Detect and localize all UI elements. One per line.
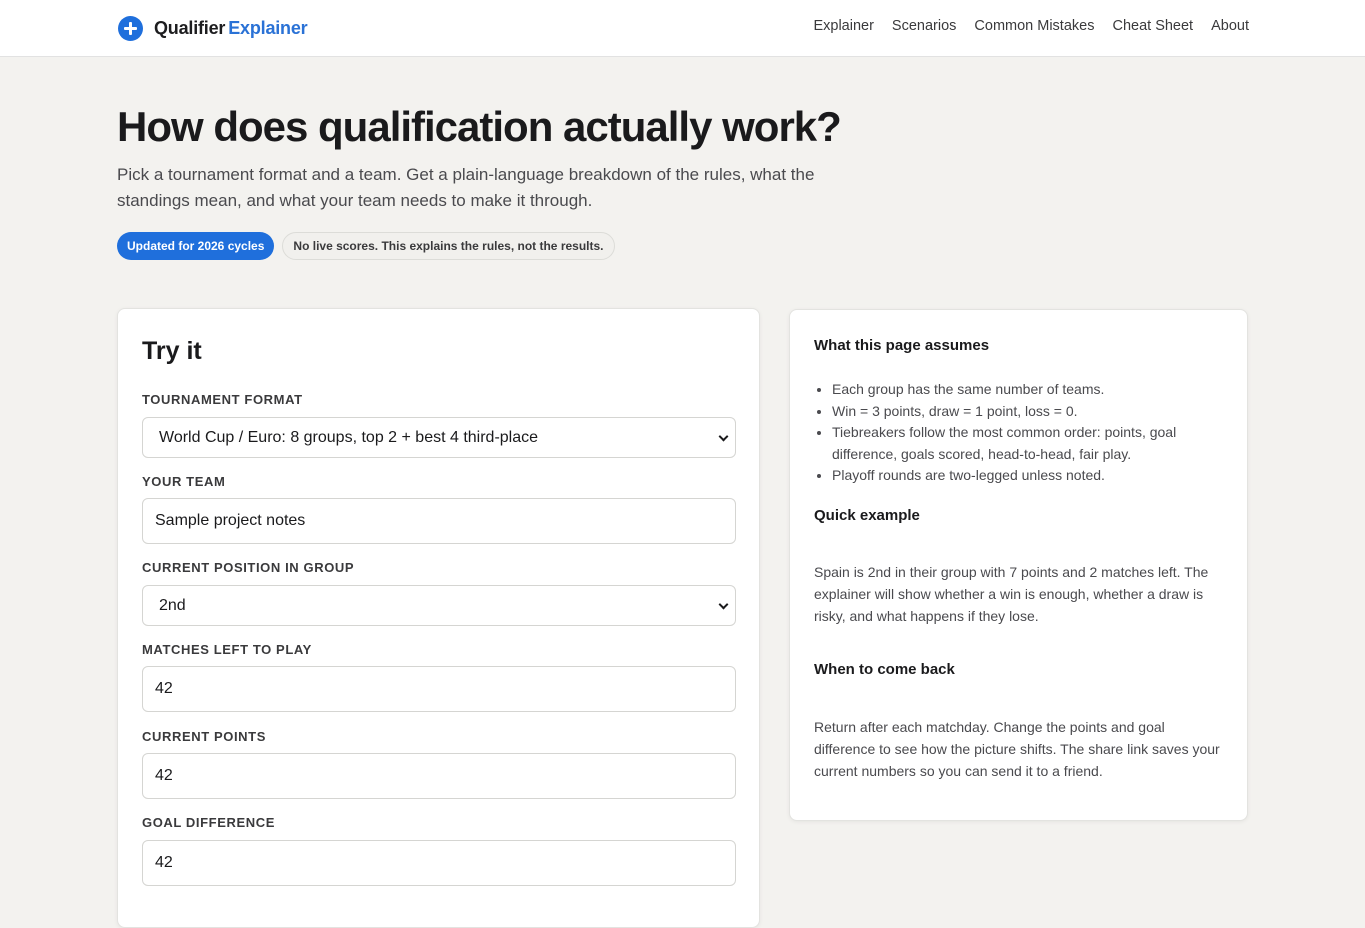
updated-badge: Updated for 2026 cycles <box>117 232 275 260</box>
position-select[interactable]: 2nd <box>142 585 736 626</box>
assumptions-card: What this page assumes Each group has th… <box>789 309 1248 821</box>
form-title: Try it <box>142 337 202 365</box>
your-team-label: YOUR TEAM <box>142 474 226 489</box>
list-item: Tiebreakers follow the most common order… <box>832 422 1227 465</box>
chevron-down-icon <box>718 431 729 442</box>
current-points-value: 42 <box>155 767 173 784</box>
tournament-format-select[interactable]: World Cup / Euro: 8 groups, top 2 + best… <box>142 417 736 458</box>
tournament-format-label: TOURNAMENT FORMAT <box>142 392 303 407</box>
example-text: Spain is 2nd in their group with 7 point… <box>814 564 1209 624</box>
list-item: Each group has the same number of teams. <box>832 379 1227 401</box>
current-points-label: CURRENT POINTS <box>142 729 266 744</box>
try-it-card: Try it TOURNAMENT FORMAT World Cup / Eur… <box>117 308 760 928</box>
nav-link-common-mistakes[interactable]: Common Mistakes <box>974 18 1094 34</box>
nav-link-scenarios[interactable]: Scenarios <box>892 18 956 34</box>
assumptions-list: Each group has the same number of teams.… <box>832 379 1227 487</box>
top-navigation-bar: Qualifier Explainer Explainer Scenarios … <box>0 0 1365 57</box>
goal-difference-value: 42 <box>155 854 173 871</box>
main-nav: Explainer Scenarios Common Mistakes Chea… <box>813 18 1249 34</box>
assumptions-title: What this page assumes <box>814 337 990 354</box>
disclaimer-badge: No live scores. This explains the rules,… <box>282 232 615 260</box>
plus-circle-icon <box>118 15 143 41</box>
matches-left-value: 42 <box>155 680 173 697</box>
list-item: Win = 3 points, draw = 1 point, loss = 0… <box>832 401 1227 423</box>
goal-difference-input[interactable]: 42 <box>142 840 736 886</box>
badge-row: Updated for 2026 cycles No live scores. … <box>117 232 615 260</box>
brand-name-secondary: Explainer <box>228 17 308 38</box>
brand-logo-link[interactable]: Qualifier Explainer <box>118 15 308 41</box>
matches-left-input[interactable]: 42 <box>142 666 736 712</box>
current-points-input[interactable]: 42 <box>142 753 736 799</box>
list-item: Playoff rounds are two-legged unless not… <box>832 465 1227 487</box>
position-value: 2nd <box>159 597 186 614</box>
your-team-input[interactable]: Sample project notes <box>142 498 736 544</box>
nav-link-about[interactable]: About <box>1211 18 1249 34</box>
your-team-value: Sample project notes <box>155 512 306 529</box>
matches-left-label: MATCHES LEFT TO PLAY <box>142 642 312 657</box>
comeback-text: Return after each matchday. Change the p… <box>814 719 1220 779</box>
nav-link-explainer[interactable]: Explainer <box>813 18 873 34</box>
page-title: How does qualification actually work? <box>117 103 842 150</box>
goal-difference-label: GOAL DIFFERENCE <box>142 815 275 830</box>
page-subtitle: Pick a tournament format and a team. Get… <box>117 165 815 210</box>
position-label: CURRENT POSITION IN GROUP <box>142 560 355 575</box>
brand-name-primary: Qualifier <box>154 17 226 38</box>
comeback-title: When to come back <box>814 661 955 678</box>
tournament-format-value: World Cup / Euro: 8 groups, top 2 + best… <box>159 429 539 446</box>
nav-link-cheat-sheet[interactable]: Cheat Sheet <box>1112 18 1193 34</box>
chevron-down-icon <box>718 599 729 610</box>
example-title: Quick example <box>814 507 920 524</box>
